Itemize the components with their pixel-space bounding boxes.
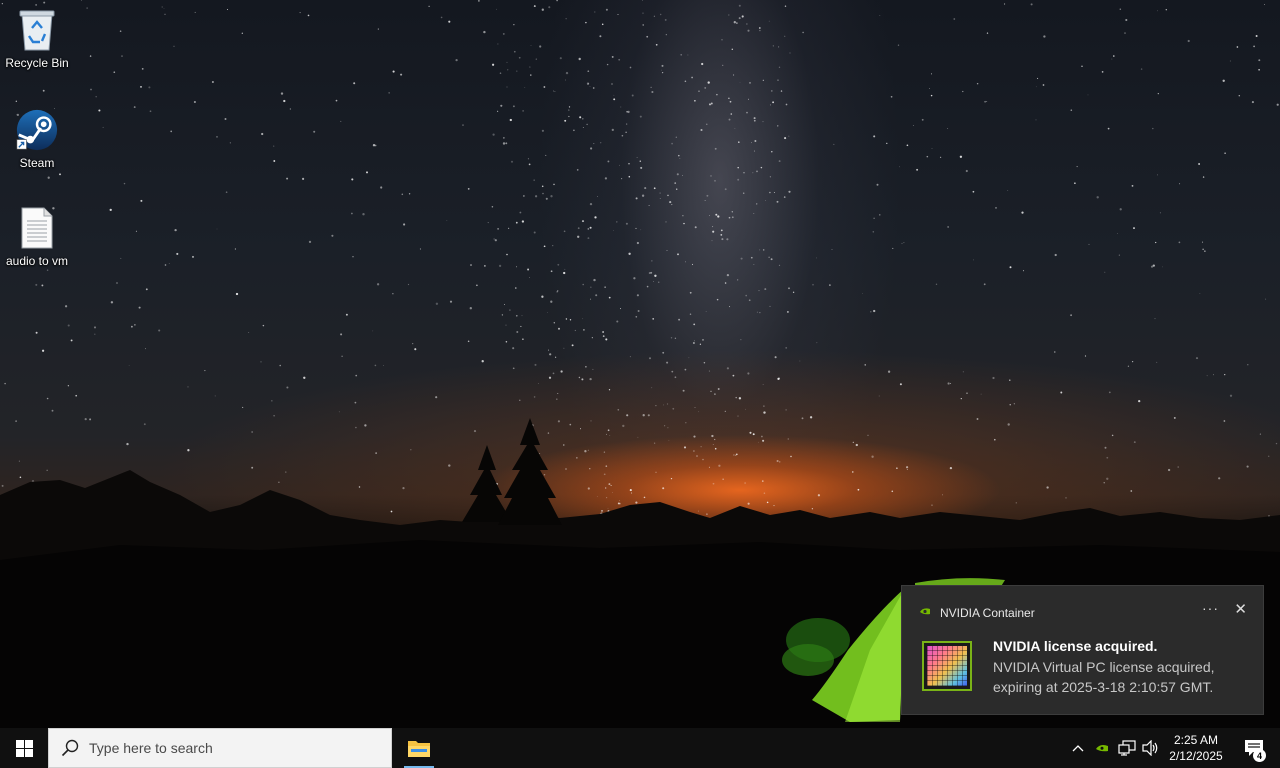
desktop-icon-audio-to-vm[interactable]: audio to vm — [0, 206, 74, 268]
notification-header: NVIDIA Container — [918, 604, 1035, 622]
gpu-chip-icon — [927, 646, 967, 686]
close-icon[interactable]: ✕ — [1234, 600, 1247, 618]
taskbar: 2:25 AM 2/12/2025 4 — [0, 728, 1280, 768]
desktop-icon-steam[interactable]: Steam — [0, 108, 74, 170]
nvidia-small-icon — [918, 604, 932, 622]
nvidia-tray-button[interactable] — [1092, 728, 1112, 768]
nvidia-vpc-logo — [922, 641, 972, 691]
clock-date: 2/12/2025 — [1169, 749, 1223, 763]
volume-icon — [1142, 740, 1158, 756]
volume-button[interactable] — [1140, 728, 1162, 768]
notification-title: NVIDIA license acquired. — [993, 638, 1158, 654]
desktop-icon-label: audio to vm — [5, 254, 69, 268]
desktop: Recycle Bin Steam audio to vm NVIDIA Con… — [0, 0, 1280, 728]
clock-time: 2:25 AM — [1173, 733, 1219, 747]
windows-logo-icon — [15, 739, 33, 757]
taskbar-clock[interactable]: 2:25 AM 2/12/2025 — [1168, 732, 1224, 764]
notification-count-badge: 4 — [1253, 749, 1266, 762]
notification-app-name: NVIDIA Container — [940, 606, 1035, 620]
start-button[interactable] — [0, 728, 48, 768]
desktop-icon-label: Steam — [19, 156, 55, 170]
text-file-icon — [15, 206, 59, 250]
file-explorer-icon — [408, 741, 430, 757]
file-explorer-button[interactable] — [396, 728, 442, 768]
action-center-button[interactable]: 4 — [1234, 728, 1274, 768]
steam-icon — [15, 108, 59, 152]
nvidia-notification-toast[interactable]: NVIDIA Container ··· ✕ NVIDIA license ac… — [901, 585, 1264, 715]
taskbar-search-box[interactable] — [48, 728, 392, 768]
desktop-icon-label: Recycle Bin — [5, 56, 69, 70]
network-icon — [1118, 740, 1136, 756]
notification-body: NVIDIA Virtual PC license acquired, expi… — [993, 659, 1215, 695]
network-button[interactable] — [1116, 728, 1138, 768]
show-hidden-icons-button[interactable] — [1068, 728, 1088, 768]
nvidia-tray-icon — [1096, 745, 1108, 752]
chevron-up-icon — [1072, 745, 1084, 752]
more-options-icon[interactable]: ··· — [1202, 600, 1219, 616]
search-input[interactable] — [87, 739, 371, 757]
recycle-bin-icon — [15, 8, 59, 52]
desktop-icon-recycle-bin[interactable]: Recycle Bin — [0, 8, 74, 70]
search-icon — [61, 739, 79, 757]
